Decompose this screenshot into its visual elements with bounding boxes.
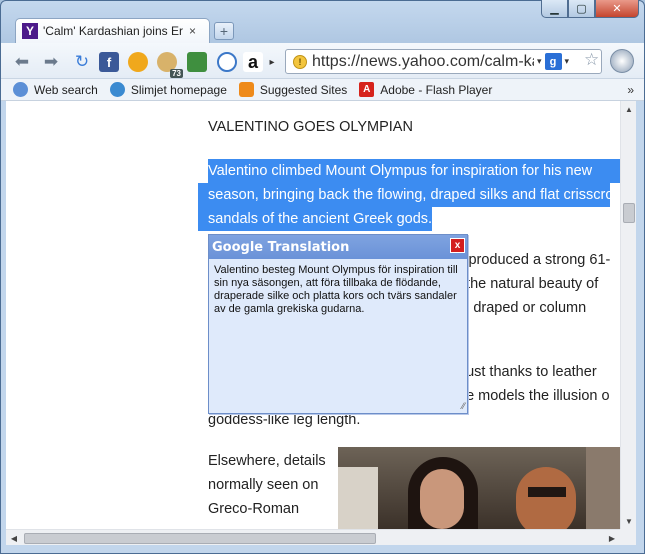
window-border-right [636, 101, 644, 545]
scroll-right-icon[interactable]: ▶ [604, 530, 620, 546]
tab-close-icon[interactable]: × [189, 24, 196, 38]
resize-handle-icon[interactable]: ⁄⁄ [462, 401, 465, 411]
maximize-button[interactable]: ▢ [568, 0, 595, 18]
window-border-left [1, 101, 6, 545]
web-search-icon [13, 82, 28, 97]
search-engine-icon[interactable]: g [544, 53, 562, 70]
scroll-down-icon[interactable]: ▼ [621, 513, 637, 529]
back-button[interactable]: ⬅ [11, 51, 33, 73]
bookmark-web-search[interactable]: Web search [13, 82, 98, 97]
bookmark-label: Slimjet homepage [130, 82, 227, 97]
bookmark-adobe-flash[interactable]: A Adobe - Flash Player [359, 82, 492, 97]
translation-popup[interactable]: Google Translation x Valentino besteg Mo… [208, 234, 468, 414]
window-controls: ▁ ▢ ✕ [541, 0, 639, 18]
close-window-button[interactable]: ✕ [595, 0, 639, 18]
adobe-icon: A [359, 82, 375, 97]
amazon-icon: a [243, 52, 263, 72]
article-text-line: Greco-Roman [208, 501, 300, 517]
yahoo-favicon-icon: Y [22, 23, 38, 39]
popup-title[interactable]: Google Translation [209, 235, 467, 259]
new-tab-button[interactable]: + [214, 22, 234, 40]
article-text-fragment: f the natural beauty of [458, 276, 599, 292]
bookmark-slimjet-homepage[interactable]: Slimjet homepage [109, 82, 227, 97]
window-border-bottom [1, 545, 644, 553]
popup-close-button[interactable]: x [450, 238, 465, 253]
photo-figure [516, 467, 576, 529]
article-text-line: normally seen on [208, 477, 319, 493]
search-engine-dropdown-icon[interactable]: ▾ [565, 56, 570, 67]
reload-icon: ↻ [74, 52, 90, 71]
magnifier-icon [217, 52, 237, 72]
address-bar[interactable]: ! https://news.yahoo.com/calm-ka ▾ g ▾ [285, 49, 602, 74]
horizontal-scrollbar[interactable]: ◀ ▶ [6, 529, 620, 545]
browser-tab[interactable]: Y 'Calm' Kardashian joins Er × [15, 18, 210, 43]
facebook-icon: f [99, 52, 119, 72]
vertical-scrollbar[interactable]: ▲ ▼ [620, 101, 636, 529]
forward-button[interactable]: ➡ [40, 51, 62, 73]
forward-arrow-icon: ➡ [43, 52, 59, 71]
translate-button[interactable] [186, 51, 208, 73]
weather-icon: 73 [157, 52, 183, 78]
zoom-button[interactable] [216, 51, 238, 73]
article-photo [338, 447, 620, 529]
article-text-fragment: bust thanks to leather [458, 364, 597, 380]
highlight-line: Valentino climbed Mount Olympus for insp… [208, 159, 620, 183]
lightbulb-icon [128, 52, 148, 72]
scroll-up-icon[interactable]: ▲ [621, 101, 637, 117]
scroll-left-icon[interactable]: ◀ [6, 530, 22, 546]
amazon-button[interactable]: a [242, 51, 264, 73]
photo-figure [528, 487, 566, 497]
horizontal-scroll-thumb[interactable] [24, 533, 376, 544]
scrollbar-corner [620, 529, 636, 545]
back-arrow-icon: ⬅ [14, 52, 30, 71]
tab-title: 'Calm' Kardashian joins Er [43, 24, 183, 38]
facebook-button[interactable]: f [98, 51, 120, 73]
url-text[interactable]: https://news.yahoo.com/calm-ka [312, 53, 534, 71]
translation-text: Valentino besteg Mount Olympus för inspi… [214, 264, 458, 315]
bookmark-label: Suggested Sites [259, 82, 348, 97]
photo-figure [338, 467, 378, 529]
weather-badge: 73 [170, 69, 183, 78]
article-text-fragment: he models the illusion o [458, 388, 610, 404]
article-text-fragment: li produced a strong 61- [458, 252, 611, 268]
settings-wrench-icon[interactable] [610, 49, 634, 73]
minimize-button[interactable]: ▁ [541, 0, 568, 18]
bookmark-suggested-sites[interactable]: Suggested Sites [238, 82, 348, 97]
photo-figure [420, 469, 464, 529]
weather-button[interactable]: 73 [156, 51, 183, 78]
omnibox-dropdown-icon[interactable]: ▾ [537, 56, 542, 67]
bookmark-label: Adobe - Flash Player [380, 82, 493, 97]
bookmarks-bar: Web search Slimjet homepage Suggested Si… [1, 79, 644, 101]
lightbulb-button[interactable] [127, 51, 149, 73]
globe-icon [109, 82, 125, 97]
highlight-line: season, bringing back the flowing, drape… [198, 183, 620, 207]
suggested-sites-icon [238, 82, 254, 97]
bookmark-label: Web search [34, 82, 98, 97]
bookmark-star-icon[interactable]: ☆ [584, 50, 599, 70]
vertical-scroll-thumb[interactable] [623, 203, 635, 223]
bookmarks-overflow-button[interactable]: » [627, 83, 634, 97]
article-text-fragment: in draped or column [458, 300, 587, 316]
translate-icon [187, 52, 207, 72]
security-warning-icon: ! [293, 54, 307, 69]
highlight-line: sandals of the ancient Greek gods. [198, 207, 432, 231]
selected-paragraph[interactable]: Valentino climbed Mount Olympus for insp… [198, 159, 620, 231]
article-text-line: Elsewhere, details [208, 453, 326, 469]
reload-button[interactable]: ↻ [71, 51, 93, 73]
article-heading: VALENTINO GOES OLYMPIAN [208, 119, 413, 135]
extensions-more-button[interactable]: ▸ [266, 51, 278, 73]
photo-figure [586, 447, 620, 529]
